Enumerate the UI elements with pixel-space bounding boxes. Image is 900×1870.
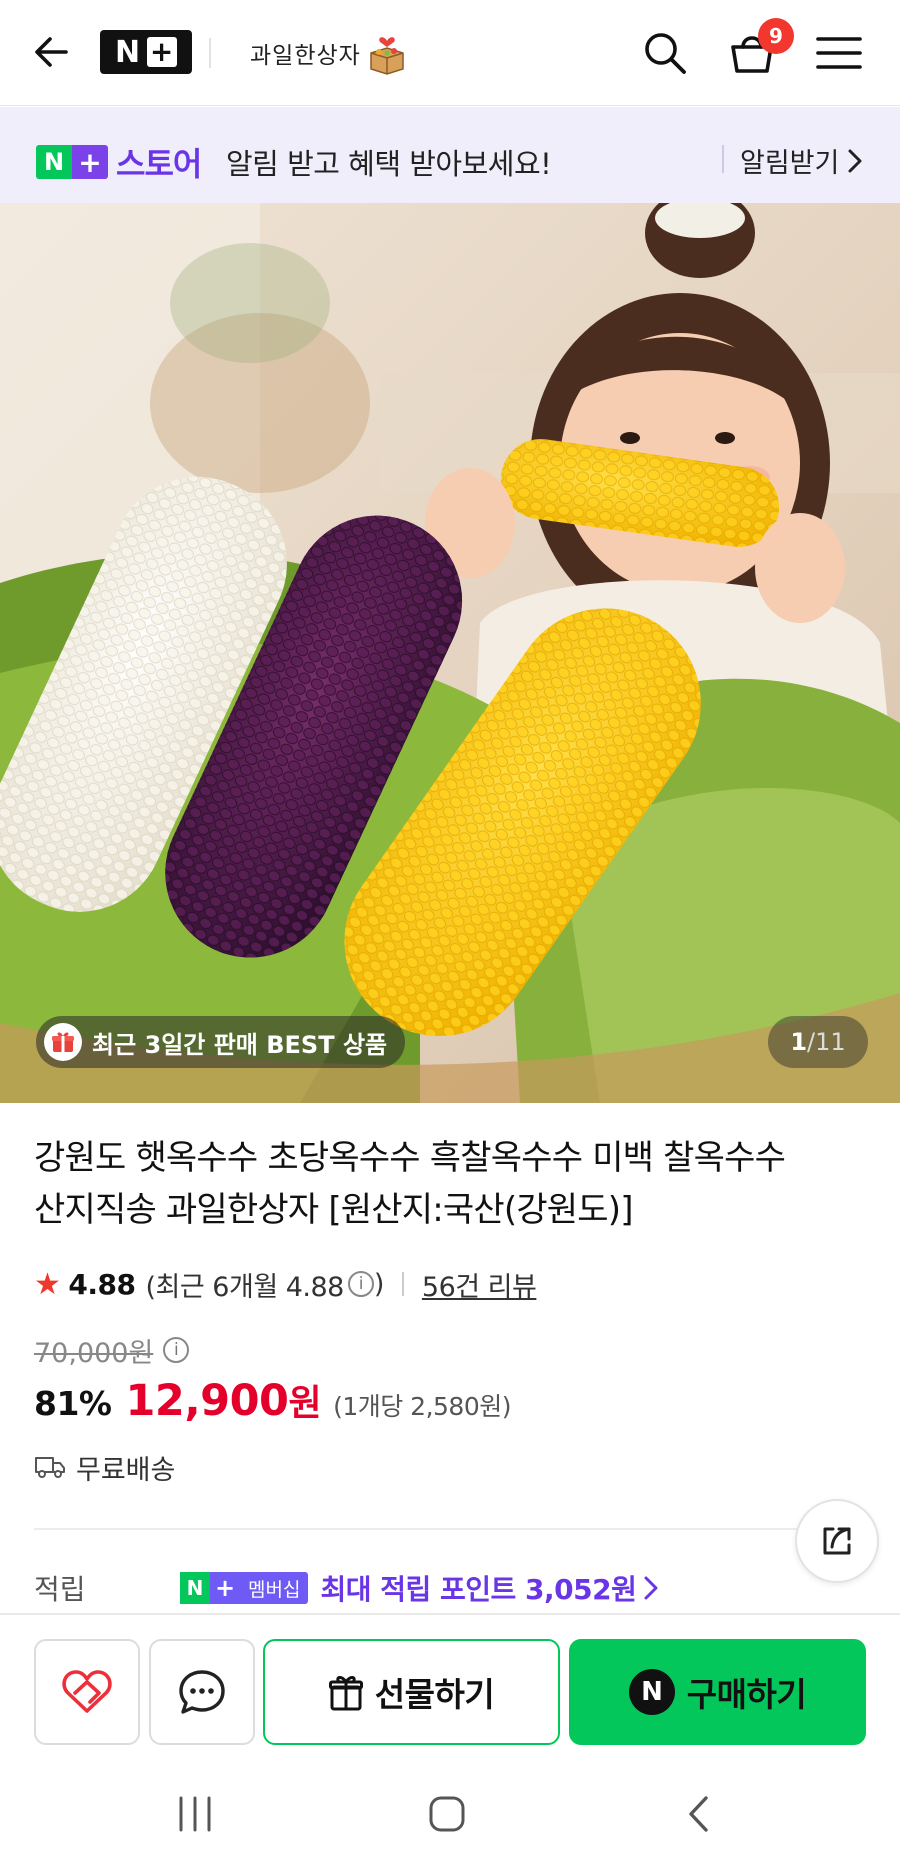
rating-divider: [401, 1272, 404, 1296]
talk-button[interactable]: [149, 1639, 255, 1745]
header-divider: [209, 38, 211, 68]
search-icon: [645, 33, 686, 74]
buy-button[interactable]: N 구매하기: [569, 1639, 866, 1745]
system-back-button[interactable]: [676, 1791, 722, 1837]
nplus-logo[interactable]: N +: [100, 30, 192, 74]
membership-badge: N + 멤버십: [180, 1572, 309, 1604]
back-arrow-icon: [35, 37, 68, 67]
home-icon: [429, 1796, 465, 1832]
system-navigation-bar: [0, 1761, 900, 1870]
product-title-line1: 강원도 햇옥수수 초당옥수수 흑찰옥수수 미백 찰옥수수: [34, 1138, 786, 1178]
store-logo-text: 과일한상자: [250, 43, 361, 69]
nplus-store-logo-n: N: [36, 145, 72, 179]
fruit-box-icon: [370, 37, 404, 75]
notification-banner: N + 스토어 알림 받고 혜택 받아보세요! 알림받기: [0, 107, 900, 203]
share-icon: [823, 1527, 851, 1555]
membership-badge-n: N: [180, 1572, 210, 1604]
menu-button[interactable]: [814, 28, 864, 78]
points-row[interactable]: 적립 N + 멤버십 최대 적립 포인트 3,052원: [34, 1566, 734, 1610]
discount-rate: 81%: [34, 1384, 112, 1423]
sale-price-currency: 원: [288, 1383, 322, 1424]
rating-recent-text: (최근 6개월 4.88: [145, 1271, 345, 1303]
shipping-info: 무료배송: [34, 1449, 176, 1486]
rating-score: 4.88: [68, 1267, 136, 1301]
product-title: 강원도 햇옥수수 초당옥수수 흑찰옥수수 미백 찰옥수수 산지직송 과일한상자 …: [34, 1132, 874, 1236]
nplus-store-logo-plus: +: [72, 145, 108, 179]
nplus-store-logo: N + 스토어: [36, 139, 202, 185]
recent-apps-icon: [179, 1796, 211, 1832]
system-back-icon: [689, 1796, 708, 1832]
price-row: 81% 12,900 원 (1개당 2,580원): [34, 1374, 511, 1432]
rating-recent-close: ): [373, 1268, 385, 1300]
share-button[interactable]: [795, 1499, 879, 1583]
subscribe-alert-button[interactable]: 알림받기: [740, 141, 863, 180]
section-divider: [34, 1528, 866, 1530]
chat-bubble-icon: [179, 1670, 225, 1714]
store-logo[interactable]: 과일한상자: [250, 28, 407, 78]
rating-row: ★ 4.88 (최근 6개월 4.88 i ) 56건 리뷰: [34, 1264, 537, 1304]
cart-count-badge: 9: [758, 18, 794, 54]
image-page-counter: 1 / 11: [768, 1016, 868, 1068]
star-icon: ★: [34, 1266, 61, 1302]
chevron-right-icon: [644, 1576, 658, 1600]
like-button[interactable]: [34, 1639, 140, 1745]
best-seller-badge: 최근 3일간 판매 BEST 상품: [36, 1016, 406, 1068]
original-price: 70,000원: [34, 1337, 154, 1369]
home-button[interactable]: [424, 1791, 470, 1837]
subscribe-alert-label: 알림받기: [740, 148, 840, 179]
gift-button-label: 선물하기: [374, 1675, 495, 1714]
image-counter-separator: /: [807, 1028, 816, 1056]
unit-price: (1개당 2,580원): [333, 1392, 511, 1421]
nplus-store-name: 스토어: [116, 145, 202, 183]
buy-button-label: 구매하기: [686, 1675, 807, 1714]
product-image-carousel[interactable]: 최근 3일간 판매 BEST 상품 1 / 11: [0, 203, 900, 1103]
image-total-count: 11: [815, 1028, 846, 1056]
recent-apps-button[interactable]: [172, 1791, 218, 1837]
best-seller-text: 최근 3일간 판매 BEST 상품: [92, 1030, 388, 1059]
gift-badge-icon: [44, 1023, 82, 1061]
sale-price: 12,900: [125, 1376, 289, 1426]
max-points-text: 최대 적립 포인트 3,052원: [320, 1573, 637, 1606]
original-price-row: 70,000원 i: [34, 1332, 190, 1369]
top-header: N + 과일한상자 9: [0, 0, 900, 106]
nplus-logo-n: N: [114, 34, 142, 70]
heart-icon: [62, 1670, 112, 1713]
bottom-action-bar: 선물하기 N 구매하기: [0, 1613, 900, 1761]
membership-badge-text: 멤버십: [240, 1572, 309, 1604]
info-icon[interactable]: i: [347, 1271, 374, 1297]
back-button[interactable]: [30, 30, 74, 74]
gift-button[interactable]: 선물하기: [263, 1639, 560, 1745]
points-label: 적립: [34, 1573, 86, 1606]
cart-button[interactable]: 9: [722, 18, 794, 82]
price-info-icon[interactable]: i: [163, 1337, 190, 1363]
image-current-index: 1: [790, 1028, 808, 1056]
menu-icon: [816, 37, 862, 69]
product-title-line2: 산지직송 과일한상자 [원산지:국산(강원도)]: [34, 1190, 634, 1230]
shipping-text: 무료배송: [76, 1454, 176, 1486]
nplus-logo-plus: +: [147, 37, 178, 67]
product-photo: [0, 203, 900, 1103]
review-count-link[interactable]: 56건 리뷰: [422, 1265, 537, 1304]
search-button[interactable]: [638, 26, 692, 80]
notice-message: 알림 받고 혜택 받아보세요!: [226, 147, 552, 181]
delivery-truck-icon: [35, 1457, 65, 1478]
naver-pay-icon: N: [628, 1669, 675, 1715]
chevron-right-icon: [848, 149, 862, 172]
gift-icon: [328, 1676, 363, 1711]
membership-badge-plus: +: [210, 1572, 240, 1604]
notice-separator: [722, 145, 724, 173]
